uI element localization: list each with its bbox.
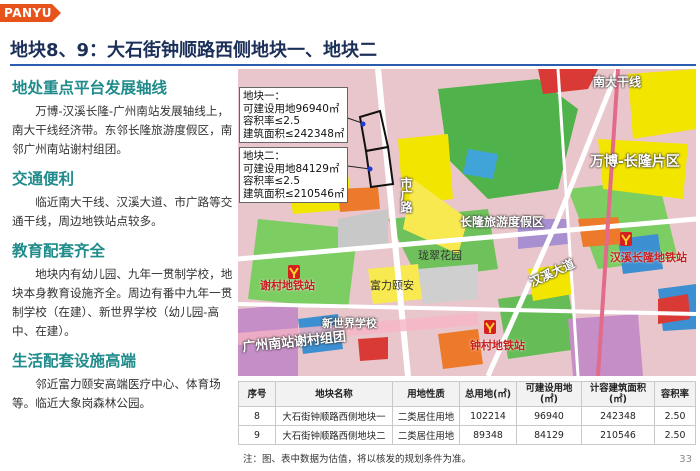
section-heading: 地处重点平台发展轴线	[12, 79, 168, 97]
label-xiecun-metro: 谢村地铁站	[260, 279, 315, 292]
label-hanxi-metro: 汉溪长隆地铁站	[610, 251, 687, 264]
title-divider	[10, 64, 696, 66]
table-cell: 96940	[516, 406, 582, 426]
section-heading: 教育配套齐全	[12, 242, 106, 260]
features-column: 地处重点平台发展轴线 万博-汉溪长隆-广州南站发展轴线上，南大干线经济带。东邻长…	[12, 74, 234, 413]
label-nandaganxian: 南大干线	[593, 75, 642, 89]
table-header-row: 序号 地块名称 用地性质 总用地(㎡) 可建设用地(㎡) 计容建筑面积(㎡) 容…	[238, 381, 696, 407]
label-longcui: 珑翠花园	[418, 249, 462, 262]
table-cell: 242348	[581, 406, 655, 426]
table-cell: 2.50	[654, 406, 696, 426]
label-wanbo: 万博-长隆片区	[590, 154, 680, 170]
table-cell: 210546	[581, 425, 655, 445]
plot-1-info: 地块一： 可建设用地96940㎡ 容积率≤2.5 建筑面积≤242348㎡	[239, 87, 349, 143]
plot-1-title: 地块一：	[243, 90, 285, 102]
label-fuli: 富力颐安	[370, 279, 414, 292]
col-header: 计容建筑面积(㎡)	[581, 381, 655, 407]
col-header: 总用地(㎡)	[459, 381, 517, 407]
land-table-container: 序号 地块名称 用地性质 总用地(㎡) 可建设用地(㎡) 计容建筑面积(㎡) 容…	[238, 381, 696, 445]
section-body: 临近南大干线、汉溪大道、市广路等交通干线，周边地铁站点较多。	[12, 195, 233, 228]
feature-section: 地处重点平台发展轴线 万博-汉溪长隆-广州南站发展轴线上，南大干线经济带。东邻长…	[12, 78, 234, 159]
plot-1-gfa: 建筑面积≤242348㎡	[243, 127, 345, 140]
brand-badge: PANYU	[0, 4, 52, 22]
footnote: 注：图、表中数据为估值，将以核发的规划条件为准。	[243, 454, 472, 465]
table-cell: 8	[238, 406, 276, 426]
section-body: 地块内有幼儿园、九年一贯制学校，地块本身教育设施齐全。周边有番中九年一贯制学校（…	[12, 267, 233, 338]
plot-2-gfa: 建筑面积≤210546㎡	[243, 187, 345, 200]
table-cell: 2.50	[654, 425, 696, 445]
plot-1-far: 容积率≤2.5	[243, 115, 300, 127]
page-title: 地块8、9：大石街钟顺路西侧地块一、地块二	[10, 40, 378, 61]
section-heading: 生活配套设施高端	[12, 352, 137, 370]
col-header: 可建设用地(㎡)	[516, 381, 582, 407]
plot-1-area: 可建设用地96940㎡	[243, 102, 340, 115]
section-heading: 交通便利	[12, 170, 75, 188]
section-body: 万博-汉溪长隆-广州南站发展轴线上，南大干线经济带。东邻长隆旅游度假区，南邻广州…	[12, 104, 233, 156]
table-cell: 84129	[516, 425, 582, 445]
site-map: 地块一： 可建设用地96940㎡ 容积率≤2.5 建筑面积≤242348㎡ 地块…	[238, 69, 696, 376]
page-number: 33	[679, 454, 692, 465]
table-row: 9 大石街钟顺路西侧地块二 二类居住用地 89348 84129 210546 …	[238, 425, 696, 445]
table-cell: 大石街钟顺路西侧地块一	[275, 406, 393, 426]
plot-2-far: 容积率≤2.5	[243, 175, 300, 187]
plot-2-title: 地块二：	[243, 150, 285, 162]
label-shiguanglu: 市广路	[399, 177, 413, 213]
brand-badge-arrow	[52, 4, 61, 22]
table-cell: 大石街钟顺路西侧地块二	[275, 425, 393, 445]
metro-icon	[620, 232, 632, 246]
feature-section: 教育配套齐全 地块内有幼儿园、九年一贯制学校，地块本身教育设施齐全。周边有番中九…	[12, 241, 234, 341]
section-body: 邻近富力颐安高端医疗中心、体育场等。临近大象岗森林公园。	[12, 377, 221, 410]
top-bar: PANYU	[0, 0, 700, 26]
col-header: 容积率	[654, 381, 696, 407]
plot-2-info: 地块二： 可建设用地84129㎡ 容积率≤2.5 建筑面积≤210546㎡	[239, 147, 349, 203]
table-cell: 9	[238, 425, 276, 445]
table-row: 8 大石街钟顺路西侧地块一 二类居住用地 102214 96940 242348…	[238, 406, 696, 426]
col-header: 地块名称	[275, 381, 393, 407]
table-cell: 102214	[459, 406, 517, 426]
feature-section: 生活配套设施高端 邻近富力颐安高端医疗中心、体育场等。临近大象岗森林公园。	[12, 351, 234, 413]
table-cell: 二类居住用地	[392, 425, 460, 445]
metro-icon	[288, 265, 300, 279]
col-header: 用地性质	[392, 381, 460, 407]
table-cell: 89348	[459, 425, 517, 445]
feature-section: 交通便利 临近南大干线、汉溪大道、市广路等交通干线，周边地铁站点较多。	[12, 169, 234, 231]
land-table: 序号 地块名称 用地性质 总用地(㎡) 可建设用地(㎡) 计容建筑面积(㎡) 容…	[238, 381, 696, 445]
label-zhongcun-metro: 钟村地铁站	[470, 339, 525, 352]
table-cell: 二类居住用地	[392, 406, 460, 426]
label-changlong: 长隆旅游度假区	[460, 215, 545, 229]
col-header: 序号	[238, 381, 276, 407]
plot-2-area: 可建设用地84129㎡	[243, 162, 340, 175]
metro-icon	[484, 320, 496, 334]
